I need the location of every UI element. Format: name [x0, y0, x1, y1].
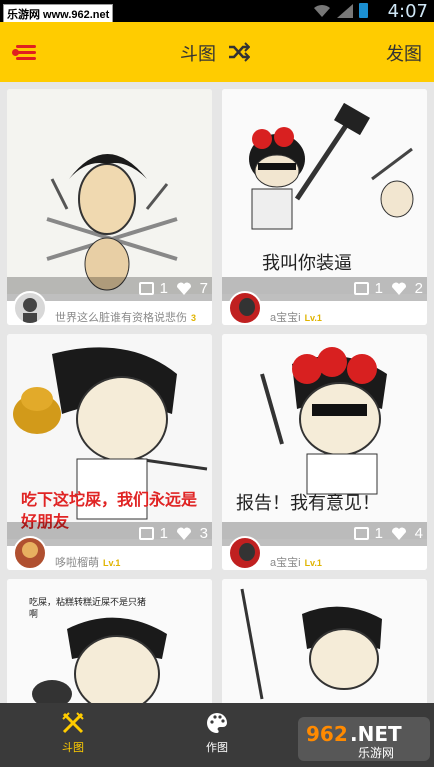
- battery-icon: [359, 3, 368, 18]
- meme-feed: 1 7 世界这么脏谁有资格说悲伤 3 我叫你装逼 1 2 a宝宝i Lv.1 吃…: [0, 82, 434, 703]
- image-count: 1: [374, 525, 383, 542]
- level-badge: 3: [191, 313, 197, 323]
- avatar[interactable]: [13, 291, 47, 325]
- meme-card[interactable]: 吃屎，粘糕转糕近屎不是只猪啊: [7, 579, 212, 703]
- avatar[interactable]: [13, 536, 47, 570]
- card-meta: 哆啦榴萌 Lv.1: [7, 536, 212, 570]
- meme-image[interactable]: 我叫你装逼: [222, 89, 427, 294]
- image-count: 1: [374, 280, 383, 297]
- meme-image[interactable]: 报告！我有意见！: [222, 334, 427, 539]
- level-badge: Lv.1: [304, 313, 322, 323]
- heart-icon[interactable]: [176, 281, 192, 295]
- level-badge: Lv.1: [304, 558, 322, 568]
- status-bar: 乐游网 www.962.net 4:07: [0, 0, 434, 24]
- image-count-icon: [354, 282, 369, 295]
- meme-card[interactable]: 1 7 世界这么脏谁有资格说悲伤 3: [7, 89, 212, 325]
- meme-image[interactable]: 吃屎，粘糕转糕近屎不是只猪啊: [7, 579, 212, 703]
- card-meta: a宝宝i Lv.1: [222, 291, 427, 325]
- author-name[interactable]: a宝宝i Lv.1: [270, 554, 322, 570]
- card-meta: 世界这么脏谁有资格说悲伤 3: [7, 291, 212, 325]
- crossed-swords-icon: [62, 712, 84, 734]
- tab-zuotu[interactable]: 作图: [177, 711, 257, 755]
- shuffle-icon[interactable]: [228, 42, 250, 62]
- meme-image[interactable]: [222, 579, 427, 703]
- clock: 4:07: [387, 1, 428, 22]
- palette-icon: [207, 713, 227, 733]
- meme-image[interactable]: [7, 89, 212, 294]
- watermark: 乐游网 www.962.net: [3, 4, 114, 24]
- signal-icon: [337, 3, 353, 18]
- image-count-icon: [354, 527, 369, 540]
- heart-icon[interactable]: [176, 526, 192, 540]
- like-count: 3: [199, 525, 208, 542]
- author-name[interactable]: 世界这么脏谁有资格说悲伤 3: [55, 309, 196, 325]
- page-title: 斗图: [180, 44, 216, 64]
- like-count: 7: [199, 280, 208, 297]
- author-text: a宝宝i: [270, 557, 301, 569]
- watermark: 962 .NET 乐游网: [298, 717, 430, 761]
- svg-text:962: 962: [306, 722, 348, 746]
- level-badge: Lv.1: [103, 558, 121, 568]
- card-meta: a宝宝i Lv.1: [222, 536, 427, 570]
- image-count-icon: [139, 527, 154, 540]
- meme-image[interactable]: 吃下这坨屎，我们永远是好朋友: [7, 334, 212, 539]
- meme-caption: 吃屎，粘糕转糕近屎不是只猪啊: [29, 598, 147, 620]
- image-count: 1: [159, 280, 168, 297]
- meme-card[interactable]: 报告！我有意见！ 1 4 a宝宝i Lv.1: [222, 334, 427, 570]
- bottom-navigation: 斗图 作图 962 .NET 乐游网: [0, 703, 434, 767]
- menu-icon[interactable]: [12, 42, 38, 62]
- image-count-icon: [139, 282, 154, 295]
- meme-card[interactable]: 吃下这坨屎，我们永远是好朋友 1 3 哆啦榴萌 Lv.1: [7, 334, 212, 570]
- heart-icon[interactable]: [391, 281, 407, 295]
- avatar[interactable]: [228, 291, 262, 325]
- author-text: a宝宝i: [270, 312, 301, 324]
- meme-card[interactable]: [222, 579, 427, 703]
- tab-label: 斗图: [62, 742, 84, 754]
- wifi-icon: [314, 4, 330, 17]
- author-name[interactable]: a宝宝i Lv.1: [270, 309, 322, 325]
- meme-card[interactable]: 我叫你装逼 1 2 a宝宝i Lv.1: [222, 89, 427, 325]
- svg-text:乐游网: 乐游网: [358, 746, 394, 760]
- heart-icon[interactable]: [391, 526, 407, 540]
- like-count: 4: [414, 525, 423, 542]
- avatar[interactable]: [228, 536, 262, 570]
- author-text: 哆啦榴萌: [55, 557, 99, 569]
- meme-caption: 报告！我有意见！: [236, 493, 380, 514]
- post-image-button[interactable]: 发图: [386, 40, 422, 66]
- tab-doutu[interactable]: 斗图: [33, 711, 113, 755]
- app-bar: 斗图 发图: [0, 22, 434, 82]
- tab-label: 作图: [206, 742, 228, 754]
- image-count: 1: [159, 525, 168, 542]
- author-name[interactable]: 哆啦榴萌 Lv.1: [55, 554, 120, 570]
- svg-text:.NET: .NET: [350, 722, 402, 746]
- meme-caption: 我叫你装逼: [262, 253, 352, 274]
- author-text: 世界这么脏谁有资格说悲伤: [55, 312, 187, 324]
- like-count: 2: [414, 280, 423, 297]
